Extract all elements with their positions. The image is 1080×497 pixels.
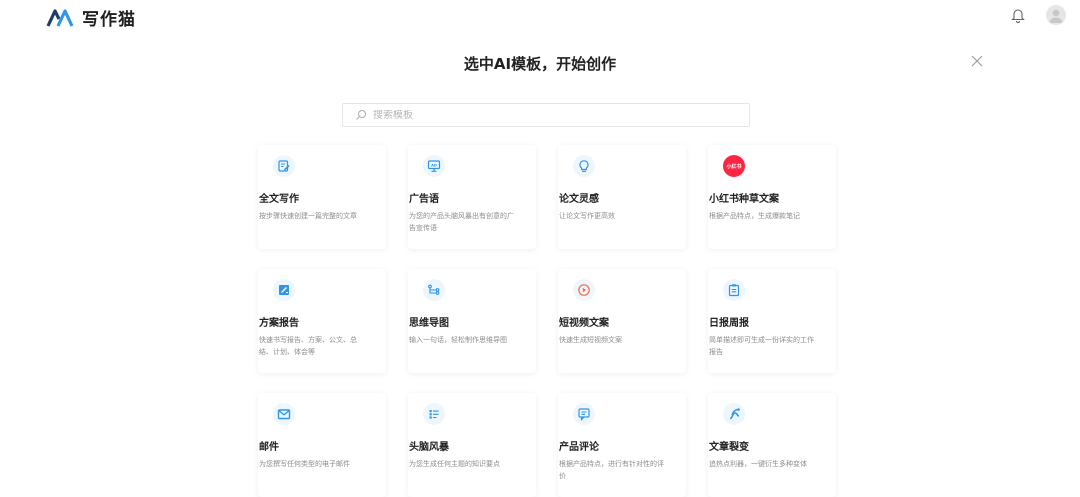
mail-icon bbox=[273, 403, 295, 425]
xiaohongshu-badge-text: 小红书 bbox=[726, 163, 742, 170]
template-card-desc: 简单描述即可生成一份详实的工作报告 bbox=[709, 336, 814, 356]
template-card-title: 短视频文案 bbox=[559, 318, 609, 329]
template-card-desc: 输入一句话，轻松制作思维导图 bbox=[409, 336, 507, 344]
template-card[interactable]: 短视频文案 快速生成短视频文案 bbox=[558, 269, 686, 373]
avatar[interactable] bbox=[1046, 5, 1066, 25]
template-card[interactable]: 文章裂变 追热点利器，一键衍生多种变体 bbox=[708, 393, 836, 497]
top-bar: 写作猫 bbox=[0, 0, 1080, 34]
template-card-title: 头脑风暴 bbox=[409, 442, 449, 453]
svg-text:AD: AD bbox=[431, 163, 437, 167]
template-card[interactable]: 论文灵感 让论文写作更高效 bbox=[558, 145, 686, 249]
template-card-desc: 根据产品特点，生成爆款笔记 bbox=[709, 212, 800, 220]
template-card-desc: 按步骤快速创建一篇完整的文章 bbox=[259, 212, 357, 220]
user-icon bbox=[1049, 9, 1063, 23]
xiaohongshu-icon: 小红书 bbox=[723, 155, 745, 177]
dialog-title: 选中AI模板，开始创作 bbox=[463, 55, 617, 73]
template-card[interactable]: 方案报告 快速书写报告、方案、公文、总结、计划、体会等 bbox=[258, 269, 386, 373]
edit-doc-icon bbox=[273, 155, 295, 177]
search-input[interactable] bbox=[373, 109, 733, 121]
template-card-desc: 根据产品特点，进行有针对性的评价 bbox=[559, 460, 664, 480]
ad-monitor-icon: AD bbox=[423, 155, 445, 177]
lightbulb-icon bbox=[573, 155, 595, 177]
template-card-desc: 追热点利器，一键衍生多种变体 bbox=[709, 460, 807, 468]
clipboard-icon bbox=[723, 279, 745, 301]
template-card-desc: 让论文写作更高效 bbox=[559, 212, 615, 220]
bell-icon[interactable] bbox=[1011, 7, 1025, 23]
report-icon bbox=[273, 279, 295, 301]
logo-mark-icon bbox=[46, 8, 74, 27]
template-card[interactable]: 头脑风暴 为您生成任何主题的知识要点 bbox=[408, 393, 536, 497]
template-card[interactable]: 全文写作 按步骤快速创建一篇完整的文章 bbox=[258, 145, 386, 249]
search-box[interactable] bbox=[342, 103, 750, 127]
template-card-title: 思维导图 bbox=[409, 318, 449, 329]
template-card[interactable]: 产品评论 根据产品特点，进行有针对性的评价 bbox=[558, 393, 686, 497]
template-card-desc: 为您撰写任何类型的电子邮件 bbox=[259, 460, 350, 468]
template-card[interactable]: 邮件 为您撰写任何类型的电子邮件 bbox=[258, 393, 386, 497]
template-card[interactable]: 思维导图 输入一句话，轻松制作思维导图 bbox=[408, 269, 536, 373]
template-card-desc: 快速书写报告、方案、公文、总结、计划、体会等 bbox=[259, 336, 357, 356]
template-grid: 全文写作 按步骤快速创建一篇完整的文章 AD 广告语 为您的产品头脑风暴出有创意… bbox=[258, 145, 836, 497]
template-card-title: 文章裂变 bbox=[709, 442, 749, 453]
template-card-title: 日报周报 bbox=[709, 318, 749, 329]
comment-icon bbox=[573, 403, 595, 425]
logo-text: 写作猫 bbox=[82, 10, 136, 30]
template-card[interactable]: 小红书 小红书种草文案 根据产品特点，生成爆款笔记 bbox=[708, 145, 836, 249]
template-card-desc: 快速生成短视频文案 bbox=[559, 336, 622, 344]
play-icon bbox=[573, 279, 595, 301]
template-card[interactable]: AD 广告语 为您的产品头脑风暴出有创意的广告宣传语 bbox=[408, 145, 536, 249]
template-card-title: 小红书种草文案 bbox=[709, 194, 779, 205]
template-card[interactable]: 日报周报 简单描述即可生成一份详实的工作报告 bbox=[708, 269, 836, 373]
template-card-title: 论文灵感 bbox=[559, 194, 599, 205]
template-card-title: 广告语 bbox=[409, 194, 439, 205]
template-card-desc: 为您生成任何主题的知识要点 bbox=[409, 460, 500, 468]
template-card-desc: 为您的产品头脑风暴出有创意的广告宣传语 bbox=[409, 212, 514, 232]
close-icon[interactable] bbox=[970, 54, 984, 68]
search-icon bbox=[356, 110, 366, 120]
template-card-title: 产品评论 bbox=[559, 442, 599, 453]
template-card-title: 方案报告 bbox=[259, 318, 299, 329]
list-icon bbox=[423, 403, 445, 425]
template-card-title: 全文写作 bbox=[259, 194, 299, 205]
mindmap-icon bbox=[423, 279, 445, 301]
split-icon bbox=[723, 403, 745, 425]
logo[interactable]: 写作猫 bbox=[46, 5, 136, 30]
template-card-title: 邮件 bbox=[259, 442, 279, 453]
